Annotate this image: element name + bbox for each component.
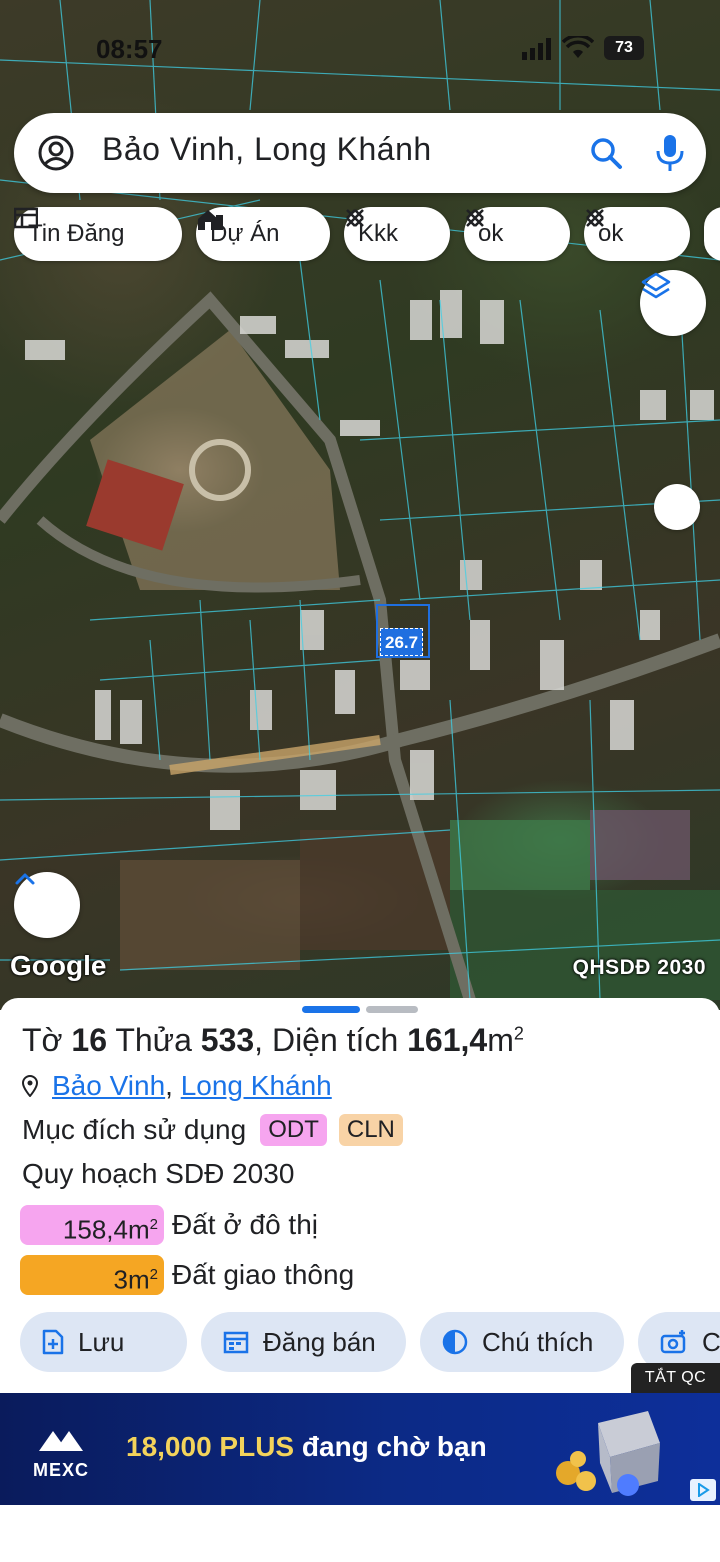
- chip-ok-1[interactable]: ok: [464, 207, 570, 261]
- plan-title: Quy hoạch SDĐ 2030: [22, 1158, 295, 1189]
- plan-amount-exponent: 2: [149, 1266, 158, 1283]
- parcel-location: Bảo Vinh, Long Khánh: [22, 1070, 332, 1102]
- ad-headline-text: đang chờ bạn: [294, 1431, 487, 1462]
- hatch-icon: [586, 209, 604, 227]
- battery-indicator: 73: [604, 36, 644, 60]
- google-watermark: Google: [10, 950, 107, 981]
- purpose-label: Mục đích sử dụng: [22, 1114, 247, 1145]
- chip-tin-dang[interactable]: Tin Đăng: [14, 207, 182, 261]
- plan-amount: 158,4m2: [20, 1205, 164, 1245]
- plan-amount: 3m2: [20, 1255, 164, 1295]
- action-buttons: Lưu Đăng bán Chú thích C: [20, 1312, 720, 1372]
- ad-banner[interactable]: MEXC 18,000 PLUS đang chờ bạn: [0, 1393, 720, 1505]
- plan-amount-exponent: 2: [149, 1216, 158, 1233]
- filter-chips: Tin Đăng Dự Án Kkk ok ok: [14, 207, 720, 261]
- newspaper-icon: [14, 207, 38, 229]
- land-use-purpose: Mục đích sử dụng ODT CLN: [22, 1114, 403, 1146]
- plan-label: Đất ở đô thị: [172, 1209, 318, 1240]
- sheet-number: 16: [71, 1022, 108, 1058]
- location-pin-icon: [22, 1075, 38, 1097]
- plan-layer-label: QHSDĐ 2030: [572, 956, 706, 979]
- buildings-icon: [198, 210, 223, 230]
- location-separator: ,: [165, 1070, 173, 1101]
- ad-headline-highlight: 18,000 PLUS: [126, 1431, 295, 1462]
- status-bar: 08:57 73: [0, 30, 720, 70]
- layers-button[interactable]: [640, 270, 706, 336]
- camera-add-icon: [660, 1330, 686, 1354]
- expand-up-button[interactable]: [14, 872, 80, 938]
- ad-headline: 18,000 PLUS đang chờ bạn: [126, 1431, 487, 1463]
- status-time: 08:57: [96, 34, 163, 64]
- search-bar[interactable]: Bảo Vinh, Long Khánh: [14, 113, 706, 193]
- add-document-icon: [42, 1329, 64, 1355]
- layers-icon: [641, 272, 671, 299]
- purpose-badge-odt[interactable]: ODT: [260, 1114, 327, 1146]
- plot-number: 533: [200, 1022, 255, 1058]
- legend-label: Chú thích: [482, 1326, 594, 1357]
- ad-brand-name: MEXC: [32, 1460, 89, 1480]
- legend-button[interactable]: Chú thích: [420, 1312, 624, 1372]
- plan-row-residential: 158,4m2 Đất ở đô thị: [20, 1205, 318, 1245]
- area-value: 161,4: [407, 1022, 488, 1058]
- hatch-icon: [466, 209, 484, 227]
- mexc-logo-icon: [39, 1431, 83, 1451]
- plan-label: Đất giao thông: [172, 1259, 355, 1290]
- plan-row-transport: 3m2 Đất giao thông: [20, 1255, 354, 1295]
- chip-label: Tin Đăng: [28, 220, 125, 247]
- satellite-map[interactable]: 08:57 73 Bảo Vinh, Long Khánh Tin Đăng D…: [0, 0, 720, 1010]
- hatch-icon: [346, 209, 364, 227]
- area-exponent: 2: [513, 1023, 524, 1044]
- sheet-handle[interactable]: [366, 1006, 418, 1013]
- plan-amount-value: 3m: [113, 1264, 150, 1295]
- save-button[interactable]: Lưu: [20, 1312, 187, 1372]
- plot-word: Thửa: [115, 1022, 192, 1058]
- contrast-icon: [442, 1329, 468, 1355]
- chip-ok-2[interactable]: ok: [584, 207, 690, 261]
- parcel-info-sheet[interactable]: Tờ 16 Thửa 533, Diện tích 161,4m2 Bảo Vi…: [0, 998, 720, 1393]
- calendar-icon: [223, 1331, 249, 1354]
- treasure-box-icon: [548, 1403, 668, 1504]
- parcel-title: Tờ 16 Thửa 533, Diện tích 161,4m2: [22, 1022, 524, 1059]
- area-word: , Diện tích: [254, 1022, 399, 1058]
- chip-more[interactable]: [704, 207, 720, 261]
- ward-link[interactable]: Bảo Vinh: [52, 1070, 165, 1102]
- area-unit: m: [487, 1022, 514, 1058]
- purpose-badge-cln[interactable]: CLN: [338, 1114, 403, 1146]
- chevron-up-icon: [15, 873, 35, 885]
- close-ad-button[interactable]: TẮT QC: [631, 1363, 720, 1393]
- chip-kkk[interactable]: Kkk: [344, 207, 450, 261]
- title-prefix: Tờ: [22, 1022, 63, 1058]
- ad-brand: MEXC: [26, 1427, 96, 1481]
- chip-du-an[interactable]: Dự Án: [196, 207, 330, 261]
- post-for-sale-label: Đăng bán: [263, 1326, 376, 1357]
- city-link[interactable]: Long Khánh: [181, 1070, 332, 1102]
- post-for-sale-button[interactable]: Đăng bán: [201, 1312, 406, 1372]
- camera-label: C: [702, 1326, 720, 1357]
- parcel-map-label[interactable]: 26.7: [380, 628, 424, 656]
- sheet-handle-active[interactable]: [302, 1006, 360, 1013]
- adchoices-icon[interactable]: [690, 1479, 716, 1501]
- drag-handle-dot[interactable]: [654, 484, 700, 530]
- search-input[interactable]: Bảo Vinh, Long Khánh: [102, 131, 432, 168]
- plan-amount-value: 158,4m: [62, 1214, 150, 1245]
- save-label: Lưu: [78, 1326, 125, 1357]
